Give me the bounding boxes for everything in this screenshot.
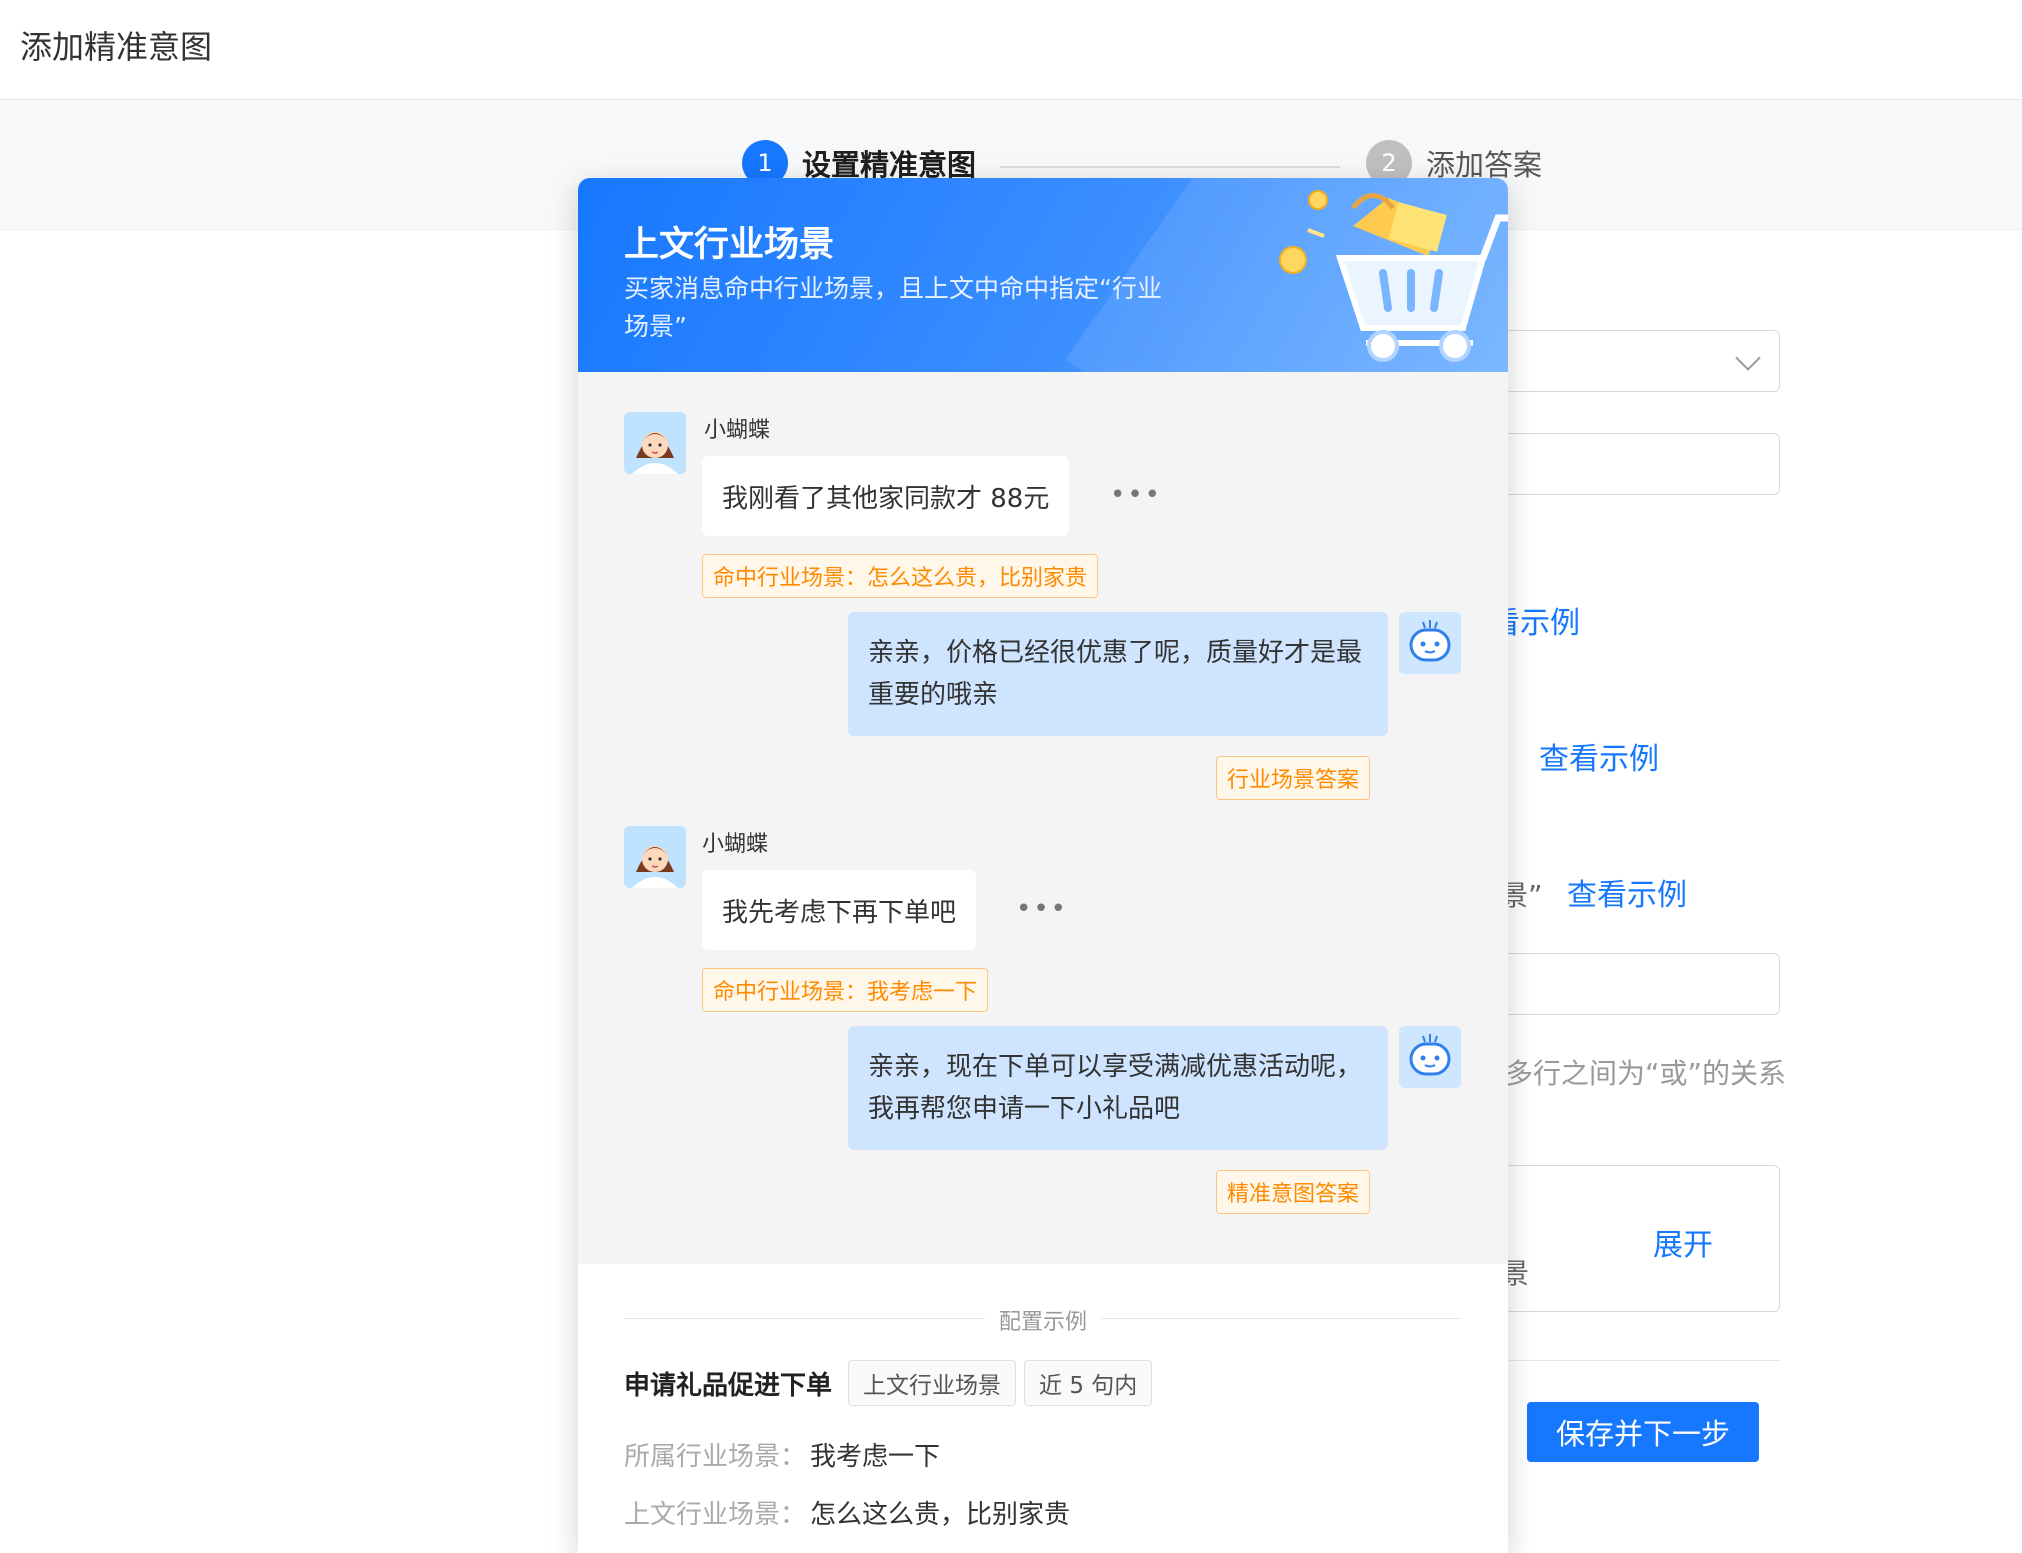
user-avatar: [624, 412, 686, 474]
step-connector: [1000, 166, 1340, 168]
example-header: 申请礼品促进下单 上文行业场景 近 5 句内: [624, 1360, 1160, 1406]
section-label: 配置示例: [578, 1304, 1508, 1336]
example-intent-name: 申请礼品促进下单: [624, 1370, 833, 1401]
example-row: 上文行业场景： 怎么这么贵，比别家贵: [624, 1494, 1070, 1531]
precise-intent-answer-tag: 精准意图答案: [1216, 1170, 1371, 1214]
chat-example: 小蝴蝶 我刚看了其他家同款才 88元 ••• 命中行业场景：怎么这么贵，比别家贵…: [578, 372, 1508, 1264]
or-relation-hint: 多行之间为“或”的关系: [1505, 1057, 1787, 1090]
robot-icon: [1399, 612, 1461, 674]
section-label-text: 配置示例: [984, 1310, 1101, 1335]
chevron-down-icon: [1735, 345, 1761, 371]
example-row-key: 所属行业场景：: [624, 1442, 807, 1472]
page-title: 添加精准意图: [20, 28, 213, 66]
bot-reply: 亲亲，现在下单可以享受满减优惠活动呢，我再帮您申请一下小礼品吧: [848, 1026, 1388, 1150]
example-chip-range: 近 5 句内: [1024, 1360, 1153, 1406]
bot-reply: 亲亲，价格已经很优惠了呢，质量好才是最重要的哦亲: [848, 612, 1388, 736]
expand-link[interactable]: 展开: [1653, 1220, 1713, 1264]
more-icon[interactable]: •••: [1016, 894, 1068, 924]
girl-avatar-icon: [624, 826, 686, 888]
save-and-next-button[interactable]: 保存并下一步: [1527, 1402, 1759, 1462]
popover-title: 上文行业场景: [624, 225, 835, 265]
bot-avatar: [1399, 1026, 1461, 1088]
popover-banner: 上文行业场景 买家消息命中行业场景，且上文中命中指定“行业场景”: [578, 178, 1508, 372]
user-avatar: [624, 826, 686, 888]
girl-avatar-icon: [624, 412, 686, 474]
scene-example-popover: 上文行业场景 买家消息命中行业场景，且上文中命中指定“行业场景” 小蝴蝶 我刚看…: [578, 178, 1508, 1553]
scene-hit-tag: 命中行业场景：怎么这么贵，比别家贵: [702, 554, 1099, 598]
user-name: 小蝴蝶: [702, 832, 769, 857]
shopping-cart-icon: [1279, 190, 1508, 362]
example-row-value: 我考虑一下: [810, 1442, 941, 1472]
popover-description: 买家消息命中行业场景，且上文中命中指定“行业场景”: [624, 274, 1162, 341]
buyer-message: 我先考虑下再下单吧: [702, 870, 977, 950]
buyer-message: 我刚看了其他家同款才 88元: [702, 456, 1070, 536]
config-example: 配置示例 申请礼品促进下单 上文行业场景 近 5 句内 所属行业场景： 我考虑一…: [578, 1264, 1508, 1553]
page-root: 添加精准意图 1 设置精准意图 2 添加答案 看示例 查看示例 景” 查看示例 …: [0, 0, 2022, 1553]
example-row-value: 怎么这么贵，比别家贵: [810, 1500, 1071, 1530]
user-name: 小蝴蝶: [704, 418, 771, 443]
robot-icon: [1399, 1026, 1461, 1088]
example-row-key: 上文行业场景：: [624, 1500, 807, 1530]
example-row: 所属行业场景： 我考虑一下: [624, 1436, 940, 1473]
more-icon[interactable]: •••: [1110, 480, 1162, 510]
example-chip-scene: 上文行业场景: [848, 1360, 1017, 1406]
bot-avatar: [1399, 612, 1461, 674]
scene-answer-tag: 行业场景答案: [1216, 756, 1371, 800]
scene-hit-tag: 命中行业场景：我考虑一下: [702, 968, 989, 1012]
view-example-link-2[interactable]: 查看示例: [1539, 734, 1659, 778]
view-example-link-3[interactable]: 查看示例: [1567, 870, 1687, 914]
